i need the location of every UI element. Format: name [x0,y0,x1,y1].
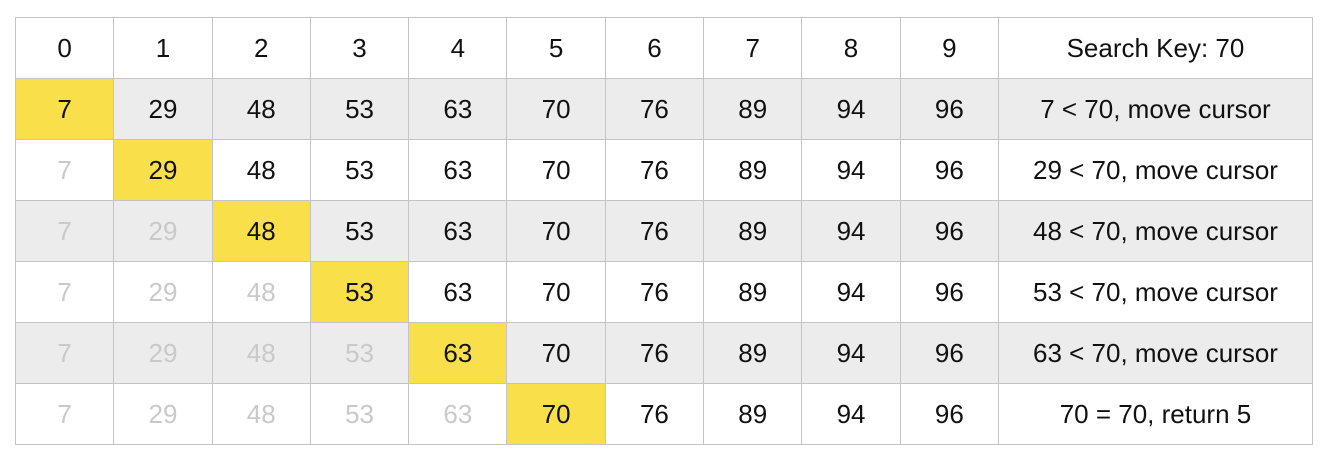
array-cell: 76 [604,383,705,445]
array-cell: 63 [408,200,508,262]
array-cell: 94 [801,383,901,445]
visited-cell: 7 [14,200,115,262]
visited-cell: 29 [113,261,213,323]
step-row: 7 29 48 53 63 70 76 89 94 96 29 < 70, move cursor [14,139,1313,201]
array-cell: 63 [408,78,508,140]
linear-search-diagram: 0 1 2 3 4 5 6 7 8 9 Search Key: 70 7 29 48… [14,17,1313,445]
array-cell: 94 [801,200,901,262]
array-cell: 96 [899,261,999,323]
array-cell: 89 [703,383,803,445]
visited-cell: 48 [211,322,311,384]
array-cell: 89 [703,78,803,140]
array-cell: 70 [506,322,606,384]
visited-cell: 53 [309,322,410,384]
array-cell: 76 [604,78,705,140]
step-message: 7 < 70, move cursor [997,78,1313,140]
index-header: 8 [801,17,901,79]
visited-cell: 48 [211,383,311,445]
array-cell: 70 [506,139,606,201]
array-cell: 76 [604,139,705,201]
cursor-cell: 53 [309,261,410,323]
array-cell: 94 [801,261,901,323]
array-cell: 70 [506,200,606,262]
visited-cell: 53 [309,383,410,445]
visited-cell: 29 [113,322,213,384]
array-cell: 76 [604,261,705,323]
step-message: 53 < 70, move cursor [997,261,1313,323]
step-row: 7 29 48 53 63 70 76 89 94 96 53 < 70, move cursor [14,261,1313,323]
visited-cell: 7 [14,383,115,445]
search-key-label: Search Key: 70 [997,17,1313,79]
array-cell: 48 [211,139,311,201]
index-header: 6 [604,17,705,79]
index-header: 1 [113,17,213,79]
index-header: 2 [211,17,311,79]
array-cell: 89 [703,261,803,323]
step-message: 48 < 70, move cursor [997,200,1313,262]
array-cell: 53 [309,200,410,262]
array-cell: 96 [899,78,999,140]
step-row: 7 29 48 53 63 70 76 89 94 96 63 < 70, move cursor [14,322,1313,384]
array-cell: 89 [703,322,803,384]
index-header: 3 [309,17,410,79]
index-header-row: 0 1 2 3 4 5 6 7 8 9 Search Key: 70 [14,17,1313,79]
visited-cell: 63 [408,383,508,445]
search-steps-table: 0 1 2 3 4 5 6 7 8 9 Search Key: 70 7 29 48… [14,17,1313,445]
array-cell: 96 [899,322,999,384]
cursor-cell: 70 [506,383,606,445]
step-message: 29 < 70, move cursor [997,139,1313,201]
step-row: 7 29 48 53 63 70 76 89 94 96 7 < 70, move cursor [14,78,1313,140]
array-cell: 48 [211,78,311,140]
array-cell: 89 [703,200,803,262]
array-cell: 53 [309,139,410,201]
index-header: 0 [14,17,115,79]
index-header: 5 [506,17,606,79]
array-cell: 29 [113,78,213,140]
visited-cell: 7 [14,261,115,323]
visited-cell: 48 [211,261,311,323]
cursor-cell: 63 [408,322,508,384]
step-row: 7 29 48 53 63 70 76 89 94 96 48 < 70, move cursor [14,200,1313,262]
array-cell: 53 [309,78,410,140]
visited-cell: 7 [14,139,115,201]
index-header: 4 [408,17,508,79]
index-header: 9 [899,17,999,79]
steps-body: 7 29 48 53 63 70 76 89 94 96 7 < 70, move cursor 7 2… [14,78,1313,445]
step-message: 63 < 70, move cursor [997,322,1313,384]
array-cell: 96 [899,139,999,201]
array-cell: 70 [506,261,606,323]
array-cell: 96 [899,383,999,445]
array-cell: 63 [408,261,508,323]
array-cell: 63 [408,139,508,201]
cursor-cell: 7 [14,78,115,140]
array-cell: 94 [801,78,901,140]
array-cell: 70 [506,78,606,140]
step-message: 70 = 70, return 5 [997,383,1313,445]
step-row: 7 29 48 53 63 70 76 89 94 96 70 = 70, return 5 [14,383,1313,445]
visited-cell: 29 [113,200,213,262]
visited-cell: 7 [14,322,115,384]
array-cell: 96 [899,200,999,262]
cursor-cell: 29 [113,139,213,201]
array-cell: 94 [801,322,901,384]
cursor-cell: 48 [211,200,311,262]
array-cell: 76 [604,322,705,384]
array-cell: 76 [604,200,705,262]
array-cell: 94 [801,139,901,201]
array-cell: 89 [703,139,803,201]
visited-cell: 29 [113,383,213,445]
index-header: 7 [703,17,803,79]
